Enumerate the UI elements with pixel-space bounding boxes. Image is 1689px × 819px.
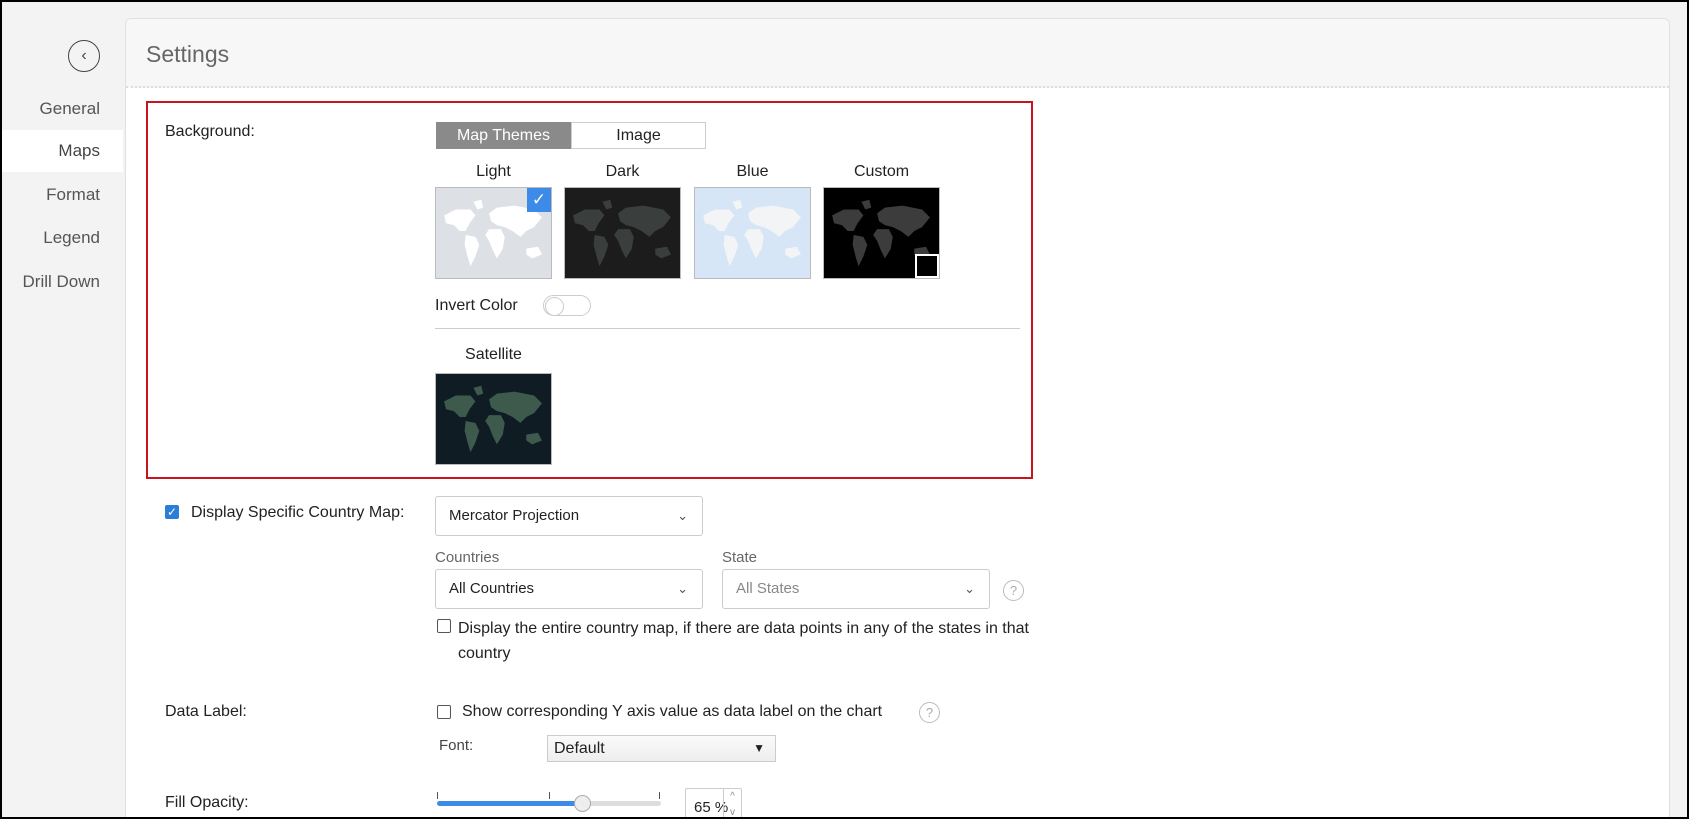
chevron-down-icon: ⌄	[677, 581, 688, 596]
spin-up-icon[interactable]: ^	[724, 789, 741, 805]
chevron-down-icon: ⌄	[964, 581, 975, 596]
app-window: ‹ General Maps Format Legend Drill Down …	[2, 2, 1687, 817]
theme-blue-thumbnail[interactable]	[694, 187, 811, 279]
sidebar-item-drill-down[interactable]: Drill Down	[2, 261, 123, 303]
tab-map-themes[interactable]: Map Themes	[436, 122, 571, 149]
slider-thumb[interactable]	[573, 795, 591, 812]
data-label-checkbox-label: Show corresponding Y axis value as data …	[462, 703, 883, 720]
data-label-label: Data Label:	[165, 703, 247, 720]
fill-opacity-label: Fill Opacity:	[165, 794, 249, 811]
theme-custom-thumbnail[interactable]	[823, 187, 940, 279]
display-country-map-label: Display Specific Country Map:	[191, 504, 405, 521]
tab-image[interactable]: Image	[571, 122, 706, 149]
font-label: Font:	[439, 737, 474, 754]
divider	[435, 328, 1020, 329]
slider-tick	[659, 792, 660, 799]
entire-country-map-label: Display the entire country map, if there…	[458, 620, 1029, 662]
chevron-left-icon: ‹	[81, 47, 87, 64]
theme-dark-thumbnail[interactable]	[564, 187, 681, 279]
countries-dropdown[interactable]: All Countries ⌄	[435, 569, 703, 609]
projection-value: Mercator Projection	[449, 507, 580, 524]
data-label-checkbox[interactable]	[437, 705, 451, 719]
fill-opacity-input[interactable]: 65 % ^ v	[685, 788, 742, 817]
slider-tick	[549, 792, 550, 799]
theme-satellite-thumbnail[interactable]	[435, 373, 552, 465]
world-map-icon	[436, 374, 551, 464]
state-label: State	[722, 549, 758, 566]
entire-country-map-checkbox[interactable]	[437, 619, 451, 633]
font-value: Default	[554, 740, 605, 757]
invert-color-toggle[interactable]	[543, 295, 591, 316]
countries-label: Countries	[435, 549, 500, 566]
background-highlight-box	[146, 101, 1033, 479]
world-map-icon	[695, 188, 810, 278]
countries-value: All Countries	[449, 580, 535, 597]
state-value: All States	[736, 580, 800, 597]
page-title: Settings	[146, 41, 230, 67]
invert-color-label: Invert Color	[435, 297, 518, 314]
sidebar-item-format[interactable]: Format	[2, 174, 123, 216]
spinner[interactable]: ^ v	[723, 789, 741, 817]
theme-label-custom: Custom	[853, 163, 910, 180]
sidebar-item-general[interactable]: General	[2, 88, 123, 130]
color-swatch[interactable]	[915, 254, 939, 278]
sidebar-item-maps[interactable]: Maps	[2, 130, 123, 172]
help-icon[interactable]: ?	[1003, 580, 1024, 601]
spin-down-icon[interactable]: v	[724, 805, 741, 817]
back-button[interactable]: ‹	[68, 40, 100, 72]
caret-down-icon: ▼	[753, 741, 765, 755]
projection-dropdown[interactable]: Mercator Projection ⌄	[435, 496, 703, 536]
theme-light-thumbnail[interactable]: ✓	[435, 187, 552, 279]
font-select[interactable]: Default ▼	[547, 735, 776, 762]
state-dropdown[interactable]: All States ⌄	[722, 569, 990, 609]
sidebar-item-legend[interactable]: Legend	[2, 217, 123, 259]
help-icon[interactable]: ?	[919, 702, 940, 723]
display-country-map-checkbox[interactable]: ✓	[165, 505, 179, 519]
checkmark-icon: ✓	[527, 188, 551, 212]
theme-label-light: Light	[476, 163, 511, 180]
theme-label-satellite: Satellite	[465, 346, 522, 363]
theme-label-blue: Blue	[736, 163, 769, 180]
theme-label-dark: Dark	[605, 163, 640, 180]
chevron-down-icon: ⌄	[677, 508, 688, 523]
world-map-icon	[565, 188, 680, 278]
background-label: Background:	[165, 123, 255, 140]
slider-fill	[437, 801, 583, 806]
fill-opacity-slider[interactable]	[437, 792, 661, 812]
slider-tick	[437, 792, 438, 799]
panel-header: Settings	[126, 19, 1669, 88]
